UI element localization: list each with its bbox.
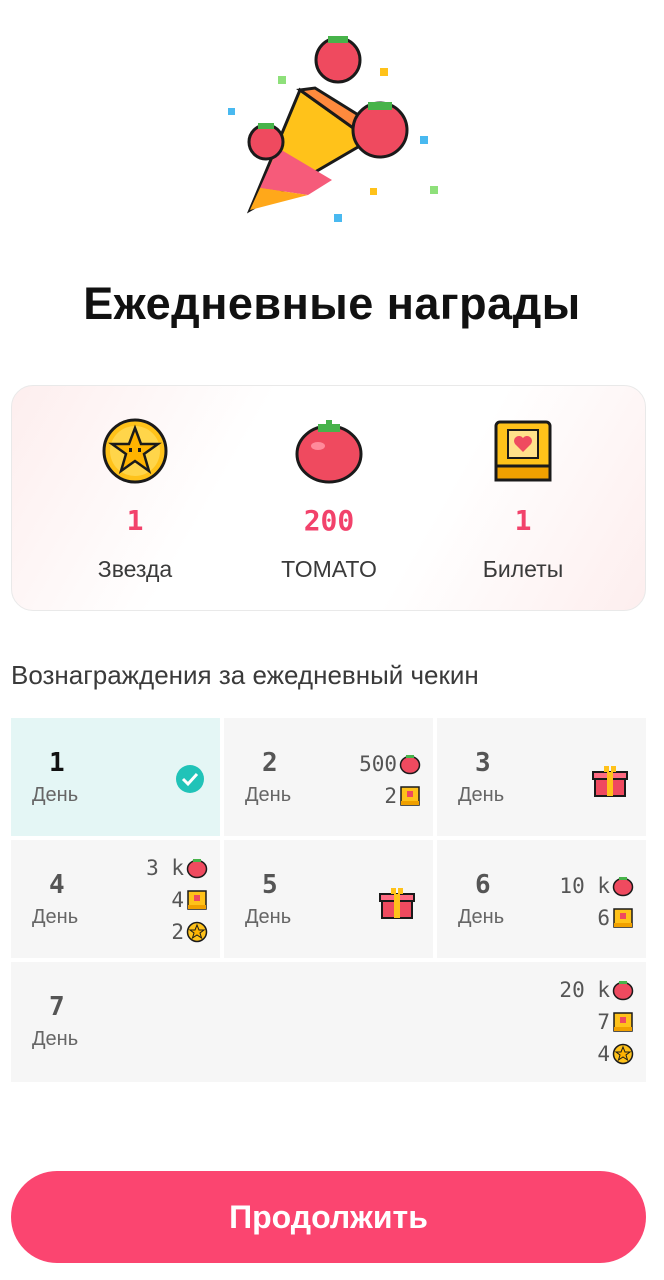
tomato-count: 200 [303, 504, 355, 537]
day-number: 6 [475, 870, 491, 900]
check-icon [176, 765, 204, 793]
tomato-icon [612, 981, 634, 1001]
tomato-icon [399, 755, 421, 775]
day-cell-2[interactable]: 2 День 500 2 [224, 718, 433, 836]
reward-amount: 500 [359, 752, 397, 776]
star-coin-icon [186, 921, 208, 943]
day-number: 4 [49, 870, 65, 900]
day-cell-1[interactable]: 1 День [11, 718, 220, 836]
gift-icon [379, 888, 415, 919]
star-coin-icon [612, 1043, 634, 1065]
day-label: День [32, 1028, 79, 1050]
reward-amount: 2 [171, 920, 184, 944]
tomato-label: TOMATO [281, 556, 377, 582]
reward-amount: 7 [597, 1010, 610, 1034]
reward-ticket: 7 [559, 1006, 634, 1038]
summary-item-ticket: 1 Билеты [418, 386, 628, 612]
reward-amount: 10 k [559, 874, 610, 898]
ticket-icon [613, 908, 633, 928]
reward-tomato: 20 k [559, 974, 634, 1006]
reward-star: 2 [146, 916, 208, 948]
ticket-icon [613, 1012, 633, 1032]
summary-item-tomato: 200 TOMATO [224, 386, 434, 612]
ticket-count: 1 [514, 504, 532, 537]
day-number: 5 [262, 870, 278, 900]
day-cell-6[interactable]: 6 День 10 k 6 [437, 840, 646, 958]
ticket-icon [494, 420, 552, 482]
day-label: День [32, 784, 79, 806]
reward-tomato: 3 k [146, 852, 208, 884]
day-number: 7 [49, 992, 65, 1022]
day-label: День [458, 906, 505, 928]
reward-amount: 4 [597, 1042, 610, 1066]
reward-list: 10 k 6 [559, 870, 634, 934]
reward-list: 20 k 7 4 [559, 974, 634, 1070]
tomato-icon [612, 877, 634, 897]
reward-amount: 3 k [146, 856, 184, 880]
tomato-icon [295, 420, 363, 484]
day-label: День [32, 906, 79, 928]
day-label: День [245, 906, 292, 928]
reward-star: 4 [559, 1038, 634, 1070]
reward-amount: 2 [384, 784, 397, 808]
day-number: 1 [49, 748, 65, 778]
star-label: Звезда [97, 556, 173, 582]
reward-list: 3 k 4 2 [146, 852, 208, 948]
day-label: День [245, 784, 292, 806]
day-cell-3[interactable]: 3 День [437, 718, 646, 836]
reward-ticket: 4 [146, 884, 208, 916]
reward-ticket: 2 [359, 780, 421, 812]
party-popper-illustration [220, 30, 450, 230]
ticket-icon [187, 890, 207, 910]
day-label: День [458, 784, 505, 806]
ticket-icon [400, 786, 420, 806]
reward-tomato: 500 [359, 748, 421, 780]
rewards-summary-card: 1 Звезда 200 TOMATO 1 Билеты [11, 385, 646, 611]
reward-list: 500 2 [359, 748, 421, 812]
ticket-label: Билеты [482, 556, 564, 582]
day-cell-5[interactable]: 5 День [224, 840, 433, 958]
reward-amount: 20 k [559, 978, 610, 1002]
day-cell-4[interactable]: 4 День 3 k 4 2 [11, 840, 220, 958]
tomato-icon [186, 859, 208, 879]
page-title: Ежедневные награды [83, 278, 581, 329]
reward-amount: 6 [597, 906, 610, 930]
reward-ticket: 6 [559, 902, 634, 934]
star-count: 1 [126, 504, 144, 537]
continue-button[interactable]: Продолжить [11, 1171, 646, 1263]
day-cell-7[interactable]: 7 День 20 k 7 4 [11, 962, 646, 1082]
day-number: 2 [262, 748, 278, 778]
summary-item-star: 1 Звезда [30, 386, 240, 612]
gift-icon [592, 766, 628, 797]
star-coin-icon [102, 418, 168, 484]
reward-amount: 4 [171, 888, 184, 912]
section-title: Вознаграждения за ежедневный чекин [11, 660, 479, 690]
reward-tomato: 10 k [559, 870, 634, 902]
day-number: 3 [475, 748, 491, 778]
